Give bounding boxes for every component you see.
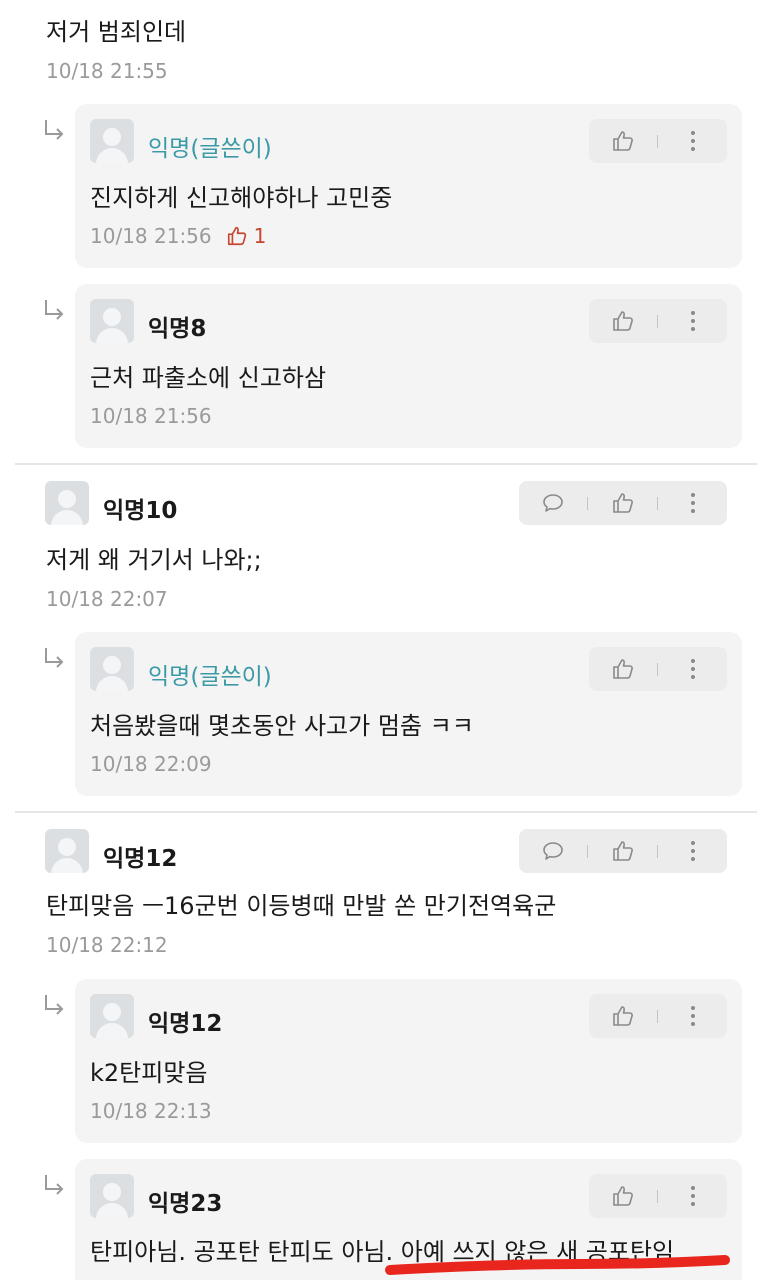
comment-divider: [15, 463, 757, 465]
more-vertical-icon[interactable]: [673, 299, 713, 343]
reply-card: 익명(글쓴이) 진지하게 신고해야하나 고민중 10/18 21:56 1: [75, 104, 742, 268]
reply-arrow-icon: [45, 300, 64, 320]
comment-time: 10/18 22:12: [46, 933, 168, 957]
reply-card: 익명12 k2탄피맞음 10/18 22:13: [75, 979, 742, 1143]
author-name[interactable]: 익명23: [148, 1184, 222, 1218]
comment-actions: [589, 1174, 727, 1218]
comment-divider: [15, 811, 757, 813]
comment-time: 10/18 22:07: [46, 587, 168, 611]
avatar[interactable]: [90, 994, 134, 1038]
comment-actions: [519, 481, 727, 525]
author-name[interactable]: 익명(글쓴이): [148, 657, 272, 691]
reply-card: 익명8 근처 파출소에 신고하삼 10/18 21:56: [75, 284, 742, 448]
comment-text: 탄피맞음 ㅡ16군번 이등병때 만발 쏜 만기전역육군: [46, 892, 557, 920]
comment-actions: [589, 647, 727, 691]
comment-time: 10/18 21:55: [46, 59, 168, 83]
thumbs-up-icon[interactable]: [603, 994, 643, 1038]
avatar[interactable]: [90, 1174, 134, 1218]
avatar[interactable]: [45, 481, 89, 525]
avatar[interactable]: [90, 647, 134, 691]
author-name[interactable]: 익명12: [103, 839, 177, 873]
more-vertical-icon[interactable]: [673, 1174, 713, 1218]
thumbs-up-icon[interactable]: [603, 647, 643, 691]
more-vertical-icon[interactable]: [673, 119, 713, 163]
speech-bubble-icon[interactable]: [533, 829, 573, 873]
reply-arrow-icon: [45, 648, 64, 668]
author-name[interactable]: 익명12: [148, 1004, 222, 1038]
comment-text: 저게 왜 거기서 나와;;: [46, 546, 262, 574]
reply-text: 진지하게 신고해야하나 고민중: [90, 184, 393, 212]
thumbs-up-icon[interactable]: [603, 119, 643, 163]
reply-time: 10/18 21:56: [90, 404, 212, 428]
thumbs-up-icon[interactable]: [603, 1174, 643, 1218]
comment-actions: [589, 299, 727, 343]
avatar[interactable]: [45, 829, 89, 873]
reply-time: 10/18 22:13: [90, 1099, 212, 1123]
avatar[interactable]: [90, 119, 134, 163]
reply-text: 처음봤을때 몇초동안 사고가 멈춤 ㅋㅋ: [90, 712, 474, 740]
reply-card: 익명(글쓴이) 처음봤을때 몇초동안 사고가 멈춤 ㅋㅋ 10/18 22:09: [75, 632, 742, 796]
like-count-value: 1: [253, 224, 267, 248]
reply-arrow-icon: [45, 1175, 64, 1195]
thumbs-up-icon[interactable]: [603, 481, 643, 525]
more-vertical-icon[interactable]: [673, 481, 713, 525]
more-vertical-icon[interactable]: [673, 994, 713, 1038]
red-underline-annotation: [385, 1255, 730, 1275]
author-name[interactable]: 익명10: [103, 491, 177, 525]
reply-time: 10/18 21:56: [90, 224, 212, 248]
comment-text: 저거 범죄인데: [46, 18, 187, 46]
reply-text: k2탄피맞음: [90, 1059, 208, 1087]
reply-text: 근처 파출소에 신고하삼: [90, 364, 327, 392]
comment-actions: [589, 994, 727, 1038]
comment-actions: [589, 119, 727, 163]
reply-arrow-icon: [45, 995, 64, 1015]
comment-actions: [519, 829, 727, 873]
more-vertical-icon[interactable]: [673, 647, 713, 691]
author-name[interactable]: 익명8: [148, 309, 206, 343]
author-name[interactable]: 익명(글쓴이): [148, 129, 272, 163]
avatar[interactable]: [90, 299, 134, 343]
like-count: 1: [226, 224, 267, 248]
reply-arrow-icon: [45, 120, 64, 140]
speech-bubble-icon[interactable]: [533, 481, 573, 525]
thumbs-up-icon[interactable]: [603, 829, 643, 873]
more-vertical-icon[interactable]: [673, 829, 713, 873]
thumbs-up-icon[interactable]: [603, 299, 643, 343]
reply-time: 10/18 22:09: [90, 752, 212, 776]
thumbs-up-icon: [227, 226, 246, 246]
